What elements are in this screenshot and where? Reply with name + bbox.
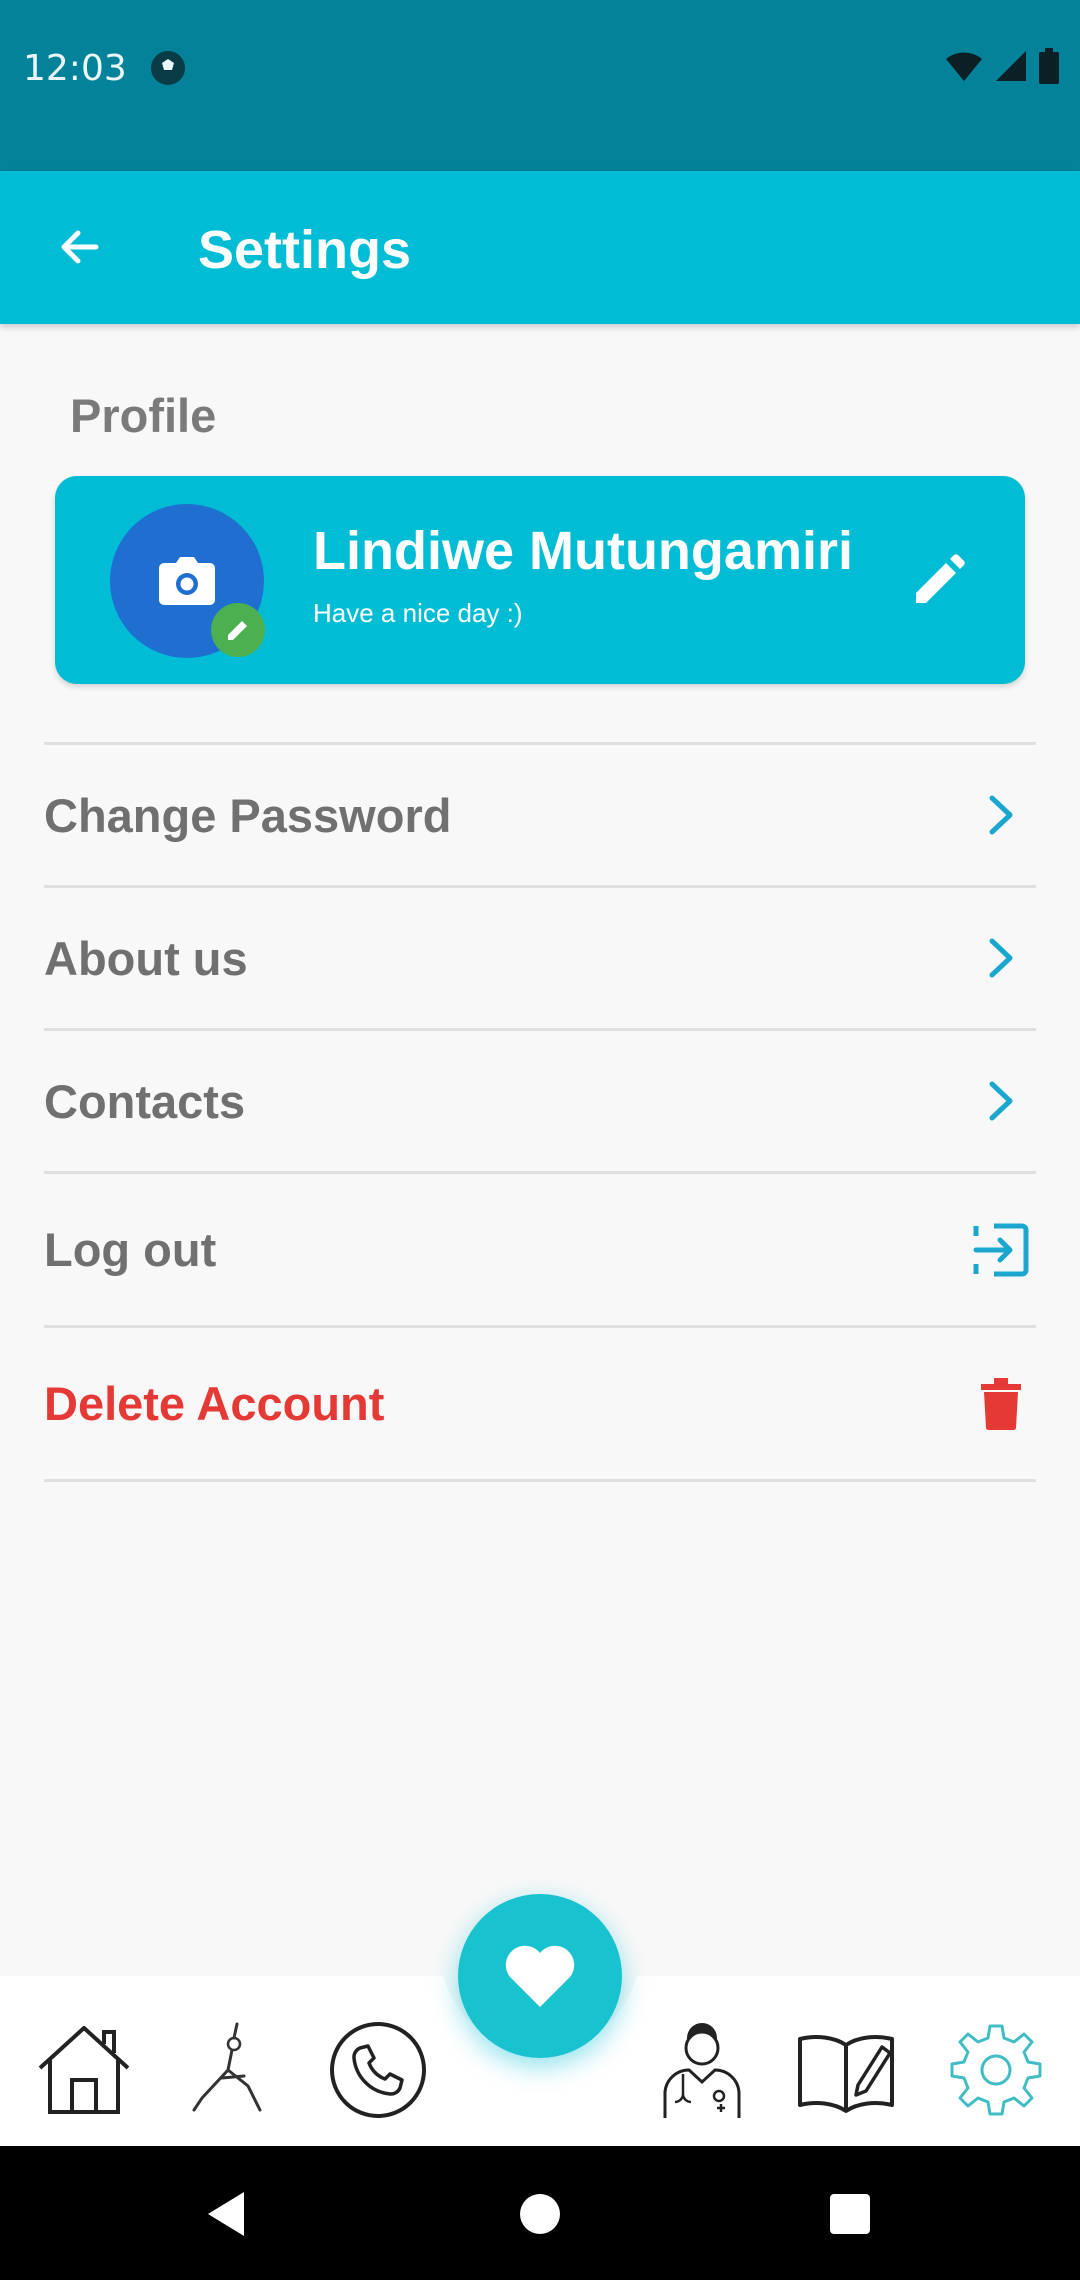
heart-icon (505, 1945, 575, 2007)
menu-item-log-out[interactable]: Log out (44, 1174, 1036, 1325)
nav-doctor[interactable] (650, 2018, 754, 2122)
menu-item-contacts[interactable]: Contacts (44, 1031, 1036, 1171)
phone-icon (330, 2022, 426, 2118)
signal-icon (994, 49, 1028, 88)
system-nav-bar (0, 2146, 1080, 2280)
wifi-icon (944, 49, 984, 88)
square-recents-icon (830, 2194, 870, 2234)
pencil-icon (916, 554, 965, 603)
triangle-back-icon (208, 2192, 244, 2236)
favorites-fab[interactable] (458, 1894, 622, 2058)
settings-gear-icon (950, 2024, 1042, 2116)
divider (44, 1479, 1036, 1482)
menu-item-label: Log out (44, 1223, 217, 1276)
profile-name: Lindiwe Mutungamiri (313, 521, 853, 581)
menu-item-label: Contacts (44, 1074, 246, 1128)
trash-icon (966, 1369, 1036, 1439)
menu-item-about-us[interactable]: About us (44, 888, 1036, 1028)
arrow-back-icon (61, 230, 99, 264)
system-recents-button[interactable] (820, 2184, 880, 2244)
settings-menu: Change Password About us Contacts Log ou… (44, 742, 1036, 1482)
chevron-right-icon (966, 780, 1036, 850)
logout-icon (966, 1215, 1036, 1285)
pencil-icon (228, 621, 247, 640)
menu-item-change-password[interactable]: Change Password (44, 745, 1036, 885)
doctor-icon (663, 2023, 741, 2118)
chevron-right-icon (966, 1066, 1036, 1136)
nav-settings[interactable] (944, 2018, 1048, 2122)
status-time: 12:03 (23, 48, 127, 89)
yoga-icon (192, 2022, 262, 2112)
app-bar: Settings (0, 171, 1080, 324)
home-icon (38, 2026, 130, 2114)
edit-profile-button[interactable] (905, 546, 973, 614)
system-home-button[interactable] (510, 2184, 570, 2244)
status-bar: 12:03 (0, 0, 1080, 171)
system-back-button[interactable] (196, 2184, 256, 2244)
menu-item-label: About us (44, 931, 248, 985)
page-title: Settings (198, 220, 412, 280)
avatar-edit-button[interactable] (211, 603, 265, 657)
nav-home[interactable] (32, 2018, 136, 2122)
menu-item-delete-account[interactable]: Delete Account (44, 1328, 1036, 1479)
chevron-right-icon (966, 923, 1036, 993)
circle-home-icon (520, 2194, 560, 2234)
menu-item-label: Change Password (44, 788, 452, 842)
journal-icon (798, 2035, 894, 2113)
nav-call[interactable] (326, 2018, 430, 2122)
menu-item-label: Delete Account (44, 1377, 385, 1430)
status-indicators (944, 47, 1060, 89)
soccer-ball-icon (150, 50, 186, 86)
nav-journal[interactable] (794, 2018, 898, 2122)
battery-icon (1038, 47, 1060, 89)
profile-card: Lindiwe Mutungamiri Have a nice day :) (55, 476, 1025, 684)
profile-section-label: Profile (70, 389, 217, 442)
profile-greeting: Have a nice day :) (313, 598, 523, 628)
nav-exercise[interactable] (178, 2018, 282, 2122)
camera-icon (159, 557, 215, 605)
back-button[interactable] (40, 207, 120, 287)
